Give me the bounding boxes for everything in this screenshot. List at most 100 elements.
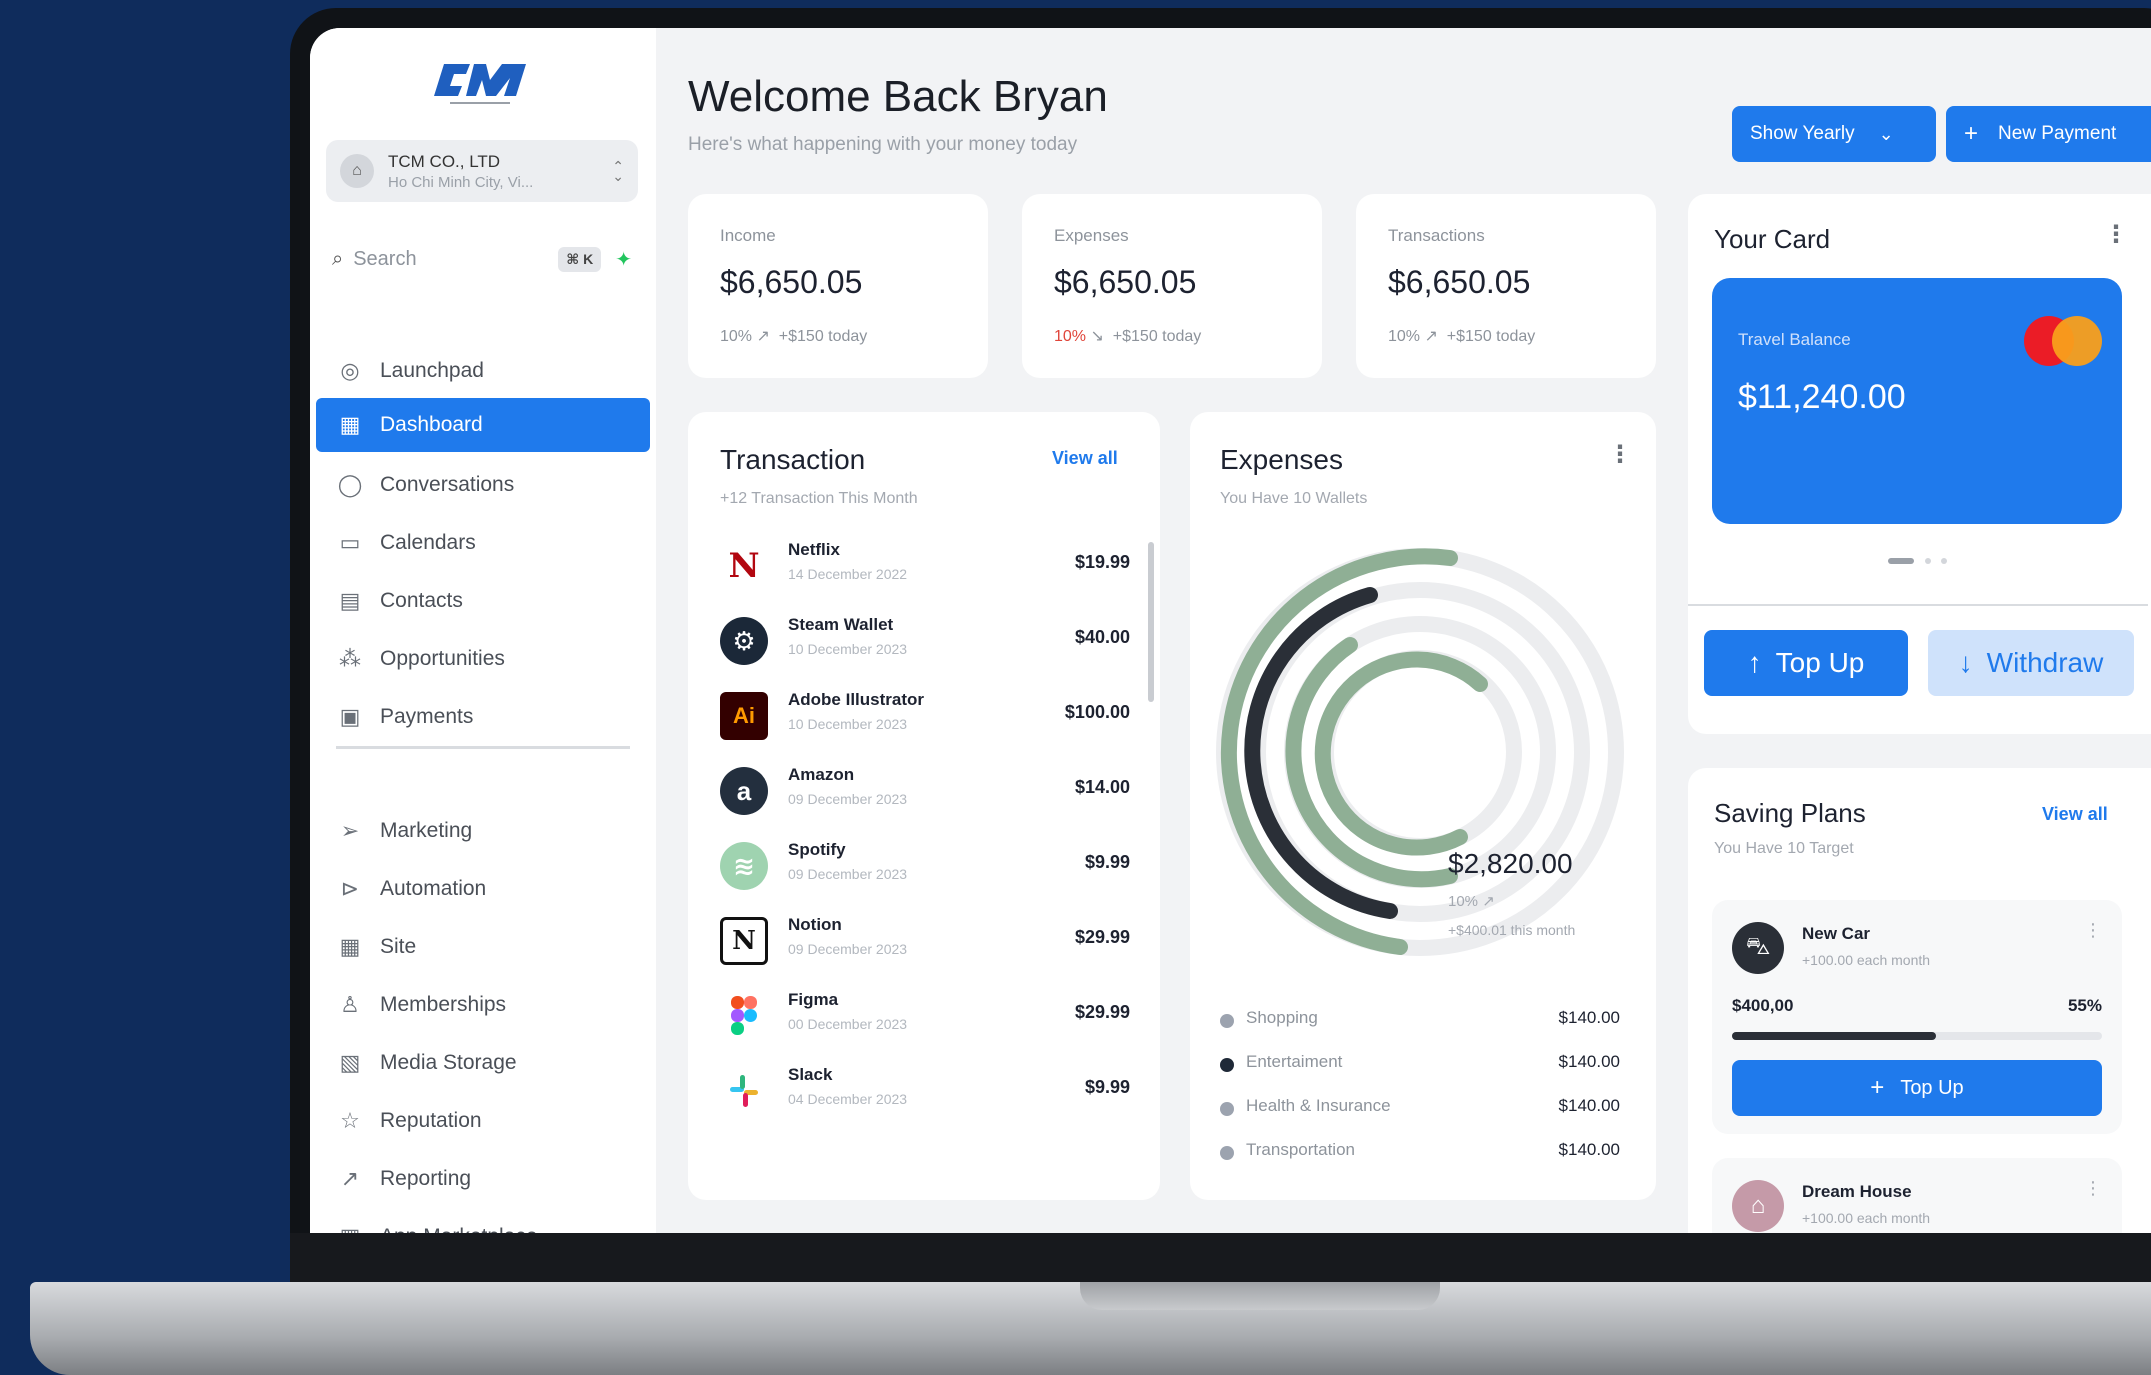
- chat-icon: ◯: [337, 472, 363, 497]
- your-card-panel: Your Card ⋮ Travel Balance $11,240.00 ↑ …: [1688, 194, 2151, 734]
- stat-value: $6,650.05: [1388, 264, 1531, 300]
- search-shortcut: ⌘ K: [558, 246, 602, 272]
- legend-dot: [1220, 1014, 1234, 1028]
- star-icon: ☆: [340, 1108, 360, 1133]
- expenses-total: $2,820.00: [1448, 848, 1573, 879]
- stat-card-expenses: Expenses $6,650.05 10% ↘ +$150 today: [1022, 194, 1322, 378]
- saving-plan-new-car[interactable]: ⛍ New Car +100.00 each month ⋮ $400,00 5…: [1712, 900, 2122, 1134]
- more-options-icon[interactable]: ⋮: [2104, 220, 2128, 249]
- trend-down-icon: ↘: [1090, 328, 1104, 345]
- progress-bar: [1732, 1032, 2102, 1040]
- stat-card-transactions: Transactions $6,650.05 10% ↗ +$150 today: [1356, 194, 1656, 378]
- trend-up-icon: ↗: [756, 328, 770, 345]
- saving-plan-dream-house[interactable]: ⌂ Dream House +100.00 each month ⋮: [1712, 1158, 2122, 1233]
- sidebar-item-site[interactable]: ▦ Site: [316, 920, 650, 974]
- top-up-button[interactable]: ↑ Top Up: [1704, 630, 1908, 696]
- saving-plans-subtitle: You Have 10 Target: [1714, 840, 1854, 857]
- expenses-percent: 10% ↗: [1448, 893, 1495, 910]
- credit-card[interactable]: Travel Balance $11,240.00: [1712, 278, 2122, 524]
- org-avatar-icon: ⌂: [340, 154, 374, 188]
- org-name: TCM CO., LTD: [388, 151, 501, 171]
- more-options-icon[interactable]: ⋮: [2084, 1178, 2102, 1199]
- sidebar-item-app-marketplace[interactable]: ▦App Marketplace: [316, 1210, 650, 1233]
- more-options-icon[interactable]: ⋮: [1608, 440, 1632, 469]
- legend-item: Shopping $140.00: [1220, 1006, 1620, 1036]
- laptop-chin: [290, 1233, 2151, 1288]
- transaction-row[interactable]: N Notion 09 December 2023 $29.99: [720, 909, 1130, 979]
- plan-top-up-button[interactable]: + Top Up: [1732, 1060, 2102, 1116]
- sparkle-icon[interactable]: ✦: [615, 247, 632, 272]
- sidebar-item-opportunities[interactable]: ⁂ Opportunities: [316, 632, 650, 686]
- legend-item: Transportation $140.00: [1220, 1138, 1620, 1168]
- plus-icon: +: [1870, 1074, 1885, 1101]
- transaction-row[interactable]: ⚙ Steam Wallet 10 December 2023 $40.00: [720, 609, 1130, 679]
- laptop-notch: [1080, 1282, 1440, 1310]
- stat-card-income: Income $6,650.05 10% ↗ +$150 today: [688, 194, 988, 378]
- transaction-row[interactable]: Slack 04 December 2023 $9.99: [720, 1059, 1130, 1129]
- transaction-row[interactable]: Figma 00 December 2023 $29.99: [720, 984, 1130, 1054]
- sidebar-item-automation[interactable]: ⊳ Automation: [316, 862, 650, 916]
- sidebar-item-contacts[interactable]: ▤ Contacts: [316, 574, 650, 628]
- sidebar-item-media-storage[interactable]: ▧ Media Storage: [316, 1036, 650, 1090]
- withdraw-button[interactable]: ↓ Withdraw: [1928, 630, 2134, 696]
- transaction-title: Transaction: [720, 444, 866, 475]
- sidebar-item-dashboard[interactable]: ▦ Dashboard: [316, 398, 650, 452]
- transaction-view-all-link[interactable]: View all: [1052, 448, 1118, 469]
- network-icon: ⁂: [339, 646, 361, 671]
- show-yearly-dropdown[interactable]: Show Yearly ⌄: [1732, 106, 1936, 162]
- carousel-dots[interactable]: [1888, 556, 1968, 566]
- saving-plans-title: Saving Plans: [1714, 798, 1866, 828]
- org-switcher[interactable]: ⌂ TCM CO., LTD Ho Chi Minh City, Vi... ⌃…: [326, 140, 638, 202]
- search-bar[interactable]: ⌕ Search ⌘ K ✦: [326, 236, 638, 282]
- transaction-card: Transaction +12 Transaction This Month V…: [688, 412, 1160, 1200]
- transaction-subtitle: +12 Transaction This Month: [720, 490, 918, 507]
- notion-logo-icon: N: [720, 917, 768, 965]
- amazon-logo-icon: a: [720, 767, 768, 815]
- expenses-title: Expenses: [1220, 444, 1343, 475]
- steam-logo-icon: ⚙: [720, 617, 768, 665]
- your-card-title: Your Card: [1714, 224, 1831, 254]
- expenses-month-delta: +$400.01 this month: [1448, 922, 1576, 938]
- chevron-down-icon: ⌄: [1878, 123, 1894, 144]
- sidebar-item-payments[interactable]: ▣ Payments: [316, 690, 650, 744]
- legend-dot: [1220, 1146, 1234, 1160]
- new-payment-button[interactable]: + New Payment: [1946, 106, 2151, 162]
- sidebar-item-calendars[interactable]: ▭ Calendars: [316, 516, 650, 570]
- card-divider: [1688, 604, 2148, 606]
- transaction-row[interactable]: Ai Adobe Illustrator 10 December 2023 $1…: [720, 684, 1130, 754]
- slack-logo-icon: [720, 1067, 768, 1115]
- legend-item: Health & Insurance $140.00: [1220, 1094, 1620, 1124]
- spotify-logo-icon: ≋: [720, 842, 768, 890]
- sidebar-item-reporting[interactable]: ↗ Reporting: [316, 1152, 650, 1206]
- sidebar-item-conversations[interactable]: ◯ Conversations: [316, 458, 650, 512]
- transaction-row[interactable]: ≋ Spotify 09 December 2023 $9.99: [720, 834, 1130, 904]
- receipt-icon: ▣: [339, 704, 361, 729]
- trend-icon: ↗: [340, 1166, 360, 1191]
- transaction-row[interactable]: N Netflix 14 December 2022 $19.99: [720, 534, 1130, 604]
- sidebar-item-memberships[interactable]: ♙ Memberships: [316, 978, 650, 1032]
- legend-dot: [1220, 1058, 1234, 1072]
- saving-plans-view-all-link[interactable]: View all: [2042, 804, 2108, 825]
- arrow-down-icon: ↓: [1958, 647, 1973, 678]
- stat-label: Transactions: [1388, 226, 1485, 245]
- transaction-scrollbar[interactable]: [1148, 542, 1154, 702]
- transaction-row[interactable]: a Amazon 09 December 2023 $14.00: [720, 759, 1130, 829]
- stat-change: 10% ↘ +$150 today: [1054, 328, 1202, 345]
- sidebar-divider: [336, 746, 630, 749]
- card-balance: $11,240.00: [1738, 378, 1906, 416]
- sidebar-item-marketing[interactable]: ➢ Marketing: [316, 804, 650, 858]
- expenses-subtitle: You Have 10 Wallets: [1220, 490, 1368, 507]
- search-input[interactable]: Search: [353, 248, 558, 271]
- ring-transportation: [1314, 651, 1488, 856]
- mastercard-logo-icon: [2024, 316, 2104, 366]
- home-icon: ⌂: [1732, 1180, 1784, 1232]
- app-screen: ⌂ TCM CO., LTD Ho Chi Minh City, Vi... ⌃…: [310, 28, 2151, 1233]
- sidebar-item-reputation[interactable]: ☆ Reputation: [316, 1094, 650, 1148]
- expenses-radial-chart: [1216, 548, 1624, 956]
- apps-icon: ▦: [336, 1223, 364, 1233]
- sidebar-item-launchpad[interactable]: ◎ Launchpad: [316, 344, 650, 398]
- grid-icon: ▦: [339, 412, 361, 437]
- more-options-icon[interactable]: ⋮: [2084, 920, 2102, 941]
- expenses-card: Expenses You Have 10 Wallets ⋮ $2,820.00…: [1190, 412, 1656, 1200]
- legend-item: Entertaiment $140.00: [1220, 1050, 1620, 1080]
